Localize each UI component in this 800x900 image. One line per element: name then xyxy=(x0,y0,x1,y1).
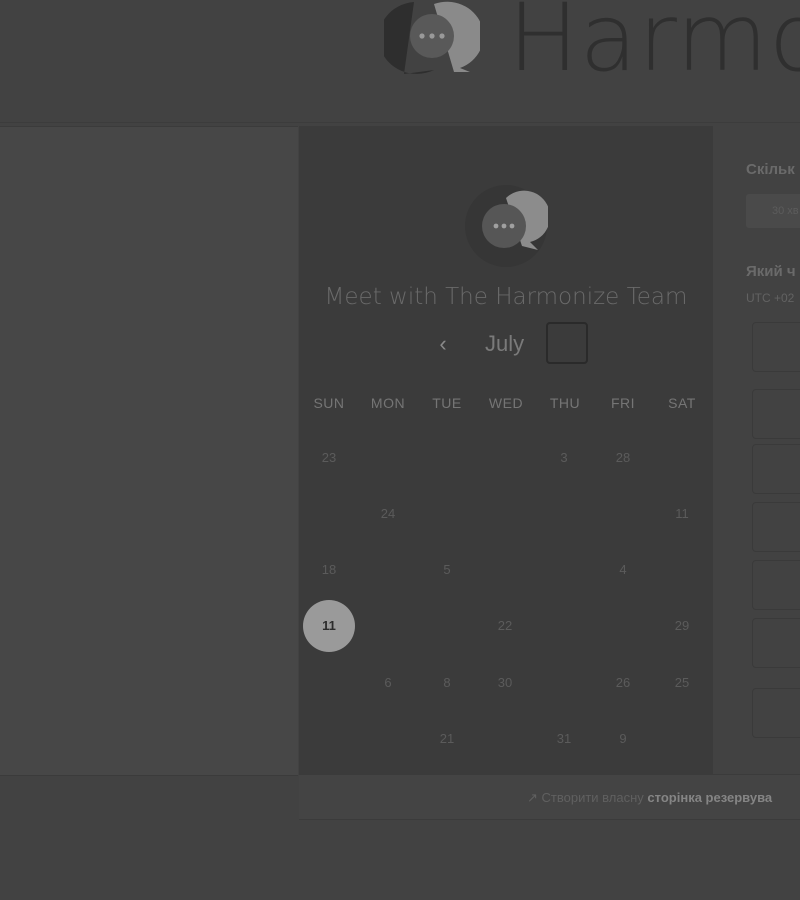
calendar-day: 24 xyxy=(380,506,396,521)
calendar-day: 25 xyxy=(674,675,690,690)
calendar-day: 31 xyxy=(556,731,572,746)
calendar-day: 18 xyxy=(321,562,337,577)
month-label: July xyxy=(485,331,525,356)
calendar-panel: Meet with The Harmonize Team ‹ July SUN … xyxy=(299,126,713,774)
calendar-day: 5 xyxy=(443,562,451,577)
footer-text: Створити власну xyxy=(541,790,644,805)
left-panel xyxy=(0,126,298,776)
time-label: Який ч xyxy=(746,263,796,280)
calendar-day: 9 xyxy=(619,731,627,746)
time-slot[interactable] xyxy=(752,560,800,610)
prev-month-button[interactable]: ‹ xyxy=(433,330,453,358)
harmonize-logo-icon xyxy=(384,1,480,74)
footer-strong-text: сторінка резервува xyxy=(647,790,773,805)
brand-name: Harmo xyxy=(508,0,800,93)
calendar-day: 28 xyxy=(615,450,631,465)
calendar-day: 30 xyxy=(497,675,513,690)
meeting-title: Meet with The Harmonize Team xyxy=(324,284,688,310)
month-picker-button[interactable] xyxy=(546,322,588,364)
calendar-day: 4 xyxy=(619,562,627,577)
time-slot[interactable] xyxy=(752,389,800,439)
header: Harmo xyxy=(0,0,800,123)
calendar-day: 22 xyxy=(497,618,513,633)
weekday-mon: MON xyxy=(370,395,406,411)
arrow-icon: ↗ xyxy=(527,790,538,805)
duration-label: Скільк xyxy=(746,161,795,178)
calendar-day: 26 xyxy=(615,675,631,690)
weekday-thu: THU xyxy=(549,395,581,411)
calendar-day: 8 xyxy=(443,675,451,690)
calendar-day: 21 xyxy=(439,731,455,746)
calendar-day: 29 xyxy=(674,618,690,633)
time-slot[interactable] xyxy=(752,618,800,668)
weekday-tue: TUE xyxy=(432,395,462,411)
timezone-label[interactable]: UTC +02 xyxy=(746,291,794,305)
time-slot[interactable] xyxy=(752,322,800,372)
duration-option[interactable]: 30 хв xyxy=(746,194,800,228)
weekday-wed: WED xyxy=(488,395,524,411)
calendar-day: 11 xyxy=(675,506,689,521)
weekday-fri: FRI xyxy=(610,395,636,411)
calendar-day: 3 xyxy=(560,450,568,465)
calendar-day: 23 xyxy=(321,450,337,465)
booking-options-panel: Скільк 30 хв Який ч UTC +02 xyxy=(714,126,800,774)
harmonize-logo-icon xyxy=(465,185,548,267)
calendar-day-selected[interactable]: 11 xyxy=(303,600,355,652)
weekday-sat: SAT xyxy=(668,395,696,411)
time-slot[interactable] xyxy=(752,444,800,494)
create-booking-page-link[interactable]: ↗ Створити власну сторінка резервува xyxy=(527,790,772,806)
time-slot[interactable] xyxy=(752,688,800,738)
footer: ↗ Створити власну сторінка резервува xyxy=(299,774,800,820)
time-slot[interactable] xyxy=(752,502,800,552)
calendar-day: 6 xyxy=(384,675,392,690)
weekday-sun: SUN xyxy=(313,395,345,411)
